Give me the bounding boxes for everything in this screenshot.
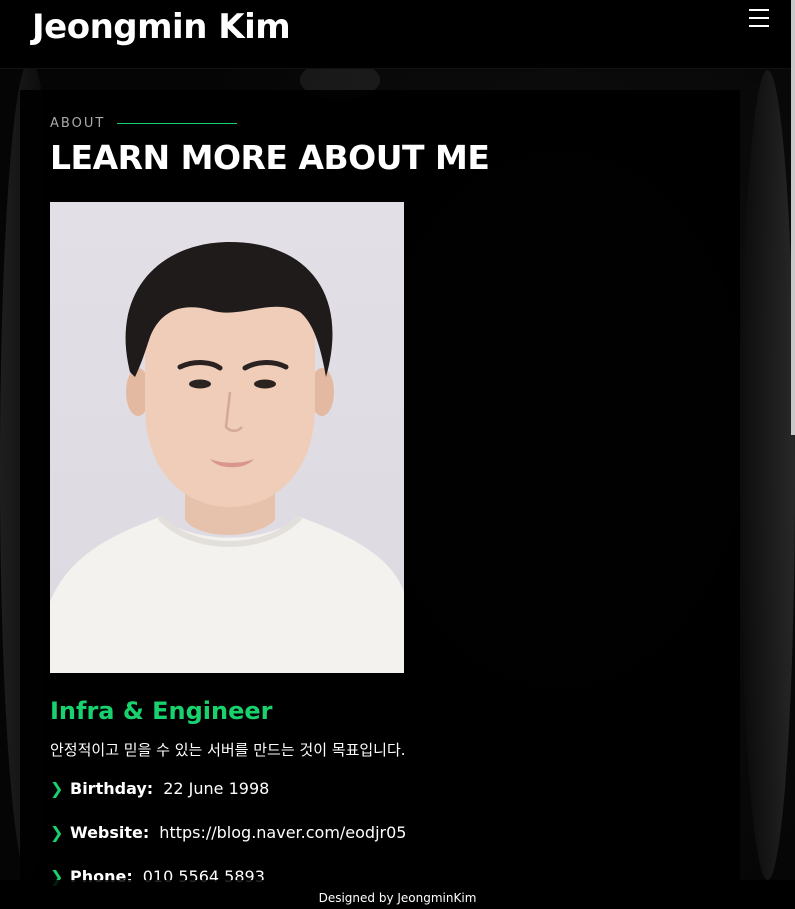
- info-label: Birthday:: [70, 779, 154, 798]
- menu-bar: [749, 25, 769, 27]
- about-section: ABOUT LEARN MORE ABOUT ME Infra & Engine…: [20, 90, 740, 909]
- profile-photo-illustration: [50, 242, 404, 673]
- section-title: LEARN MORE ABOUT ME: [50, 138, 490, 177]
- scrollbar-thumb[interactable]: [791, 0, 795, 435]
- menu-bar: [749, 9, 769, 11]
- profile-photo: [50, 202, 404, 673]
- info-item-website: ❯ Website: https://blog.naver.com/eodjr0…: [50, 822, 406, 866]
- site-logo[interactable]: Jeongmin Kim: [32, 7, 291, 47]
- info-item-birthday: ❯ Birthday: 22 June 1998: [50, 778, 406, 822]
- chevron-right-icon: ❯: [50, 779, 64, 798]
- role-description: 안정적이고 믿을 수 있는 서버를 만드는 것이 목표입니다.: [50, 741, 406, 759]
- section-label-text: ABOUT: [50, 116, 106, 131]
- page: Jeongmin Kim ABOUT LEARN MORE ABOUT ME I…: [0, 0, 795, 909]
- menu-bar: [749, 17, 769, 19]
- section-label: ABOUT: [50, 116, 238, 131]
- hamburger-menu-icon[interactable]: [749, 9, 771, 27]
- website-link[interactable]: https://blog.naver.com/eodjr05: [159, 822, 406, 844]
- chevron-right-icon: ❯: [50, 823, 64, 842]
- info-value: 22 June 1998: [163, 779, 270, 798]
- info-label: Website:: [70, 823, 150, 842]
- site-header: Jeongmin Kim: [0, 0, 795, 69]
- role-title: Infra & Engineer: [50, 697, 273, 725]
- background-texture: [740, 70, 795, 880]
- footer-credit: Designed by JeongminKim: [318, 891, 477, 905]
- section-label-line: [117, 123, 238, 124]
- site-footer: Designed by JeongminKim: [0, 880, 795, 909]
